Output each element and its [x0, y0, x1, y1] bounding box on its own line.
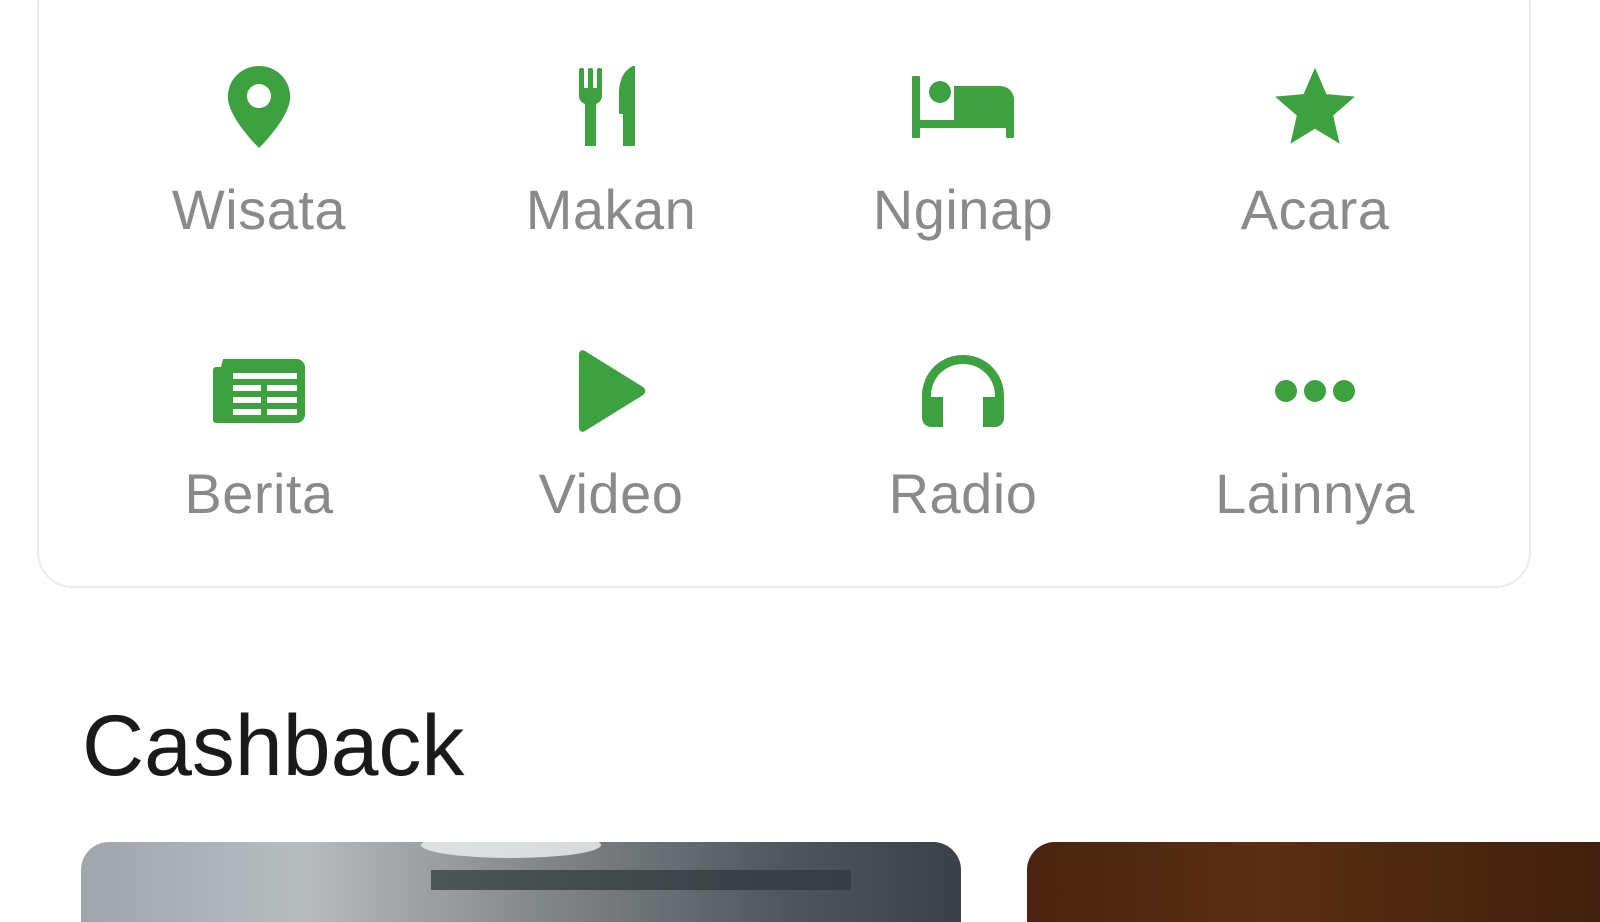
menu-item-label: Radio [888, 462, 1038, 525]
menu-item-label: Video [538, 462, 684, 525]
menu-grid: Wisata Makan Nginap Acara Berita Video R… [83, 52, 1489, 620]
menu-item-makan[interactable]: Makan [435, 52, 787, 336]
menu-item-radio[interactable]: Radio [787, 336, 1139, 620]
menu-item-label: Wisata [171, 178, 347, 241]
cashback-section-title: Cashback [82, 698, 465, 794]
menu-item-label: Nginap [872, 178, 1054, 241]
menu-item-nginap[interactable]: Nginap [787, 52, 1139, 336]
menu-item-label: Lainnya [1215, 462, 1415, 525]
menu-item-label: Berita [184, 462, 334, 525]
location-pin-icon [199, 52, 319, 162]
menu-item-acara[interactable]: Acara [1139, 52, 1491, 336]
menu-item-label: Makan [525, 178, 697, 241]
newspaper-icon [199, 336, 319, 446]
cashback-card-image[interactable] [1027, 842, 1600, 922]
cashback-card-image[interactable] [81, 842, 961, 922]
menu-item-lainnya[interactable]: Lainnya [1139, 336, 1491, 620]
headphones-icon [903, 336, 1023, 446]
play-icon [551, 336, 671, 446]
star-icon [1255, 52, 1375, 162]
menu-item-berita[interactable]: Berita [83, 336, 435, 620]
hotel-bed-icon [903, 52, 1023, 162]
more-dots-icon [1255, 336, 1375, 446]
menu-item-video[interactable]: Video [435, 336, 787, 620]
menu-item-label: Acara [1240, 178, 1390, 241]
menu-item-wisata[interactable]: Wisata [83, 52, 435, 336]
restaurant-icon [551, 52, 671, 162]
